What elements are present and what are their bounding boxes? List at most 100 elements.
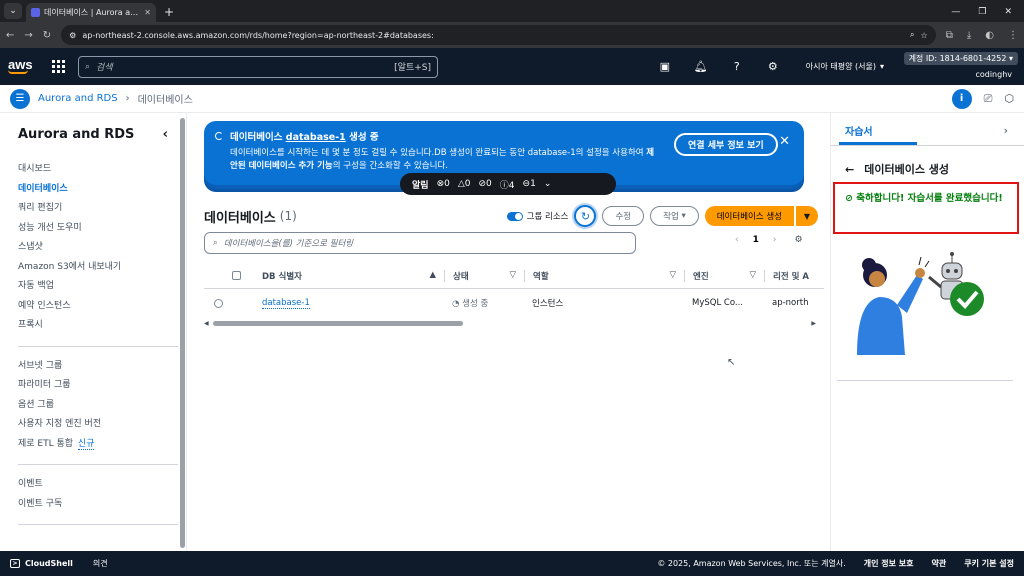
- aws-logo[interactable]: aws: [8, 58, 38, 74]
- sidebar-scrollbar[interactable]: [180, 118, 186, 548]
- feedback-link[interactable]: 의견: [93, 558, 108, 569]
- column-header-id[interactable]: DB 식별자 ▲: [254, 270, 444, 282]
- privacy-link[interactable]: 개인 정보 보호: [864, 558, 914, 569]
- sidebar-item[interactable]: 이벤트: [18, 475, 168, 495]
- bookmark-star-icon[interactable]: ☆: [921, 31, 928, 40]
- create-database-button[interactable]: 데이터베이스 생성: [704, 206, 794, 226]
- toggle-switch[interactable]: [506, 211, 523, 221]
- settings-gear-icon[interactable]: ⚙: [766, 60, 780, 74]
- column-label: 리전 및 A: [773, 271, 809, 282]
- minimize-icon[interactable]: —: [951, 7, 960, 17]
- column-header-engine[interactable]: 엔진 ▽: [684, 269, 764, 282]
- site-info-icon[interactable]: ⚙: [69, 31, 76, 40]
- sidebar-item[interactable]: 예약 인스턴스: [18, 297, 168, 317]
- extensions-icon[interactable]: ⧉: [946, 30, 953, 41]
- filter-databases-input[interactable]: ⌕ 데이터베이스을(를) 기준으로 필터링: [204, 232, 636, 254]
- expand-all-checkbox[interactable]: [232, 271, 241, 280]
- notification-summary-bar[interactable]: 알림 ⊗0 △0 ⊘0 ⓘ4 ⊖1 ⌄: [400, 173, 616, 195]
- close-window-icon[interactable]: ✕: [1004, 7, 1012, 17]
- table-horizontal-scrollbar[interactable]: ◀ ▶: [204, 319, 816, 327]
- sidebar-item[interactable]: 사용자 지정 엔진 버전: [18, 415, 168, 435]
- prev-page-icon[interactable]: ‹: [735, 235, 739, 245]
- services-grid-icon[interactable]: [52, 59, 66, 74]
- tutorial-panel-icon[interactable]: ⬡: [1004, 92, 1014, 105]
- scroll-right-icon[interactable]: ▶: [811, 320, 816, 327]
- sort-icon[interactable]: ▽: [509, 270, 516, 282]
- forward-icon[interactable]: →: [24, 30, 32, 41]
- column-header-status[interactable]: 상태 ▽: [444, 269, 524, 282]
- flash-db-link[interactable]: database-1: [286, 132, 346, 143]
- sidebar-item[interactable]: 파라미터 그룹: [18, 376, 168, 396]
- new-tab-button[interactable]: +: [164, 5, 174, 19]
- terms-link[interactable]: 약관: [932, 558, 947, 569]
- databases-title: 데이터베이스: [204, 210, 276, 226]
- refresh-button[interactable]: ↻: [574, 205, 597, 227]
- breadcrumb-service[interactable]: Aurora and RDS: [38, 93, 118, 104]
- cookie-preferences-link[interactable]: 쿠키 기본 설정: [964, 558, 1014, 569]
- sidebar-item[interactable]: 쿼리 편집기: [18, 199, 168, 219]
- console-search-input[interactable]: ⌕ 검색 [알트+S]: [78, 55, 438, 78]
- sidebar-item[interactable]: 프록시: [18, 316, 168, 336]
- region-selector[interactable]: 아시아 태평양 (서울) ▾: [806, 61, 884, 72]
- column-header-region[interactable]: 리전 및 A: [764, 269, 824, 282]
- close-icon[interactable]: ✕: [779, 134, 790, 149]
- restore-icon[interactable]: ❐: [978, 7, 986, 17]
- tab-tutorial[interactable]: 자습서: [845, 123, 873, 138]
- db-identifier-link[interactable]: database-1: [262, 298, 310, 309]
- sidebar-item[interactable]: 옵션 그룹: [18, 396, 168, 416]
- sort-icon[interactable]: ▽: [669, 270, 676, 282]
- address-bar[interactable]: ⚙ ap-northeast-2.console.aws.amazon.com/…: [61, 25, 936, 45]
- row-radio[interactable]: [213, 298, 223, 308]
- sidebar-item-zero-etl[interactable]: 제로 ETL 통합 신규: [18, 435, 168, 455]
- collapse-chevron-icon[interactable]: ‹: [163, 127, 168, 142]
- profile-icon[interactable]: ◐: [985, 30, 994, 41]
- cloudshell-icon[interactable]: ▣: [658, 60, 672, 74]
- sidebar-item[interactable]: 스냅샷: [18, 238, 168, 258]
- browser-menu-icon[interactable]: ⋮: [1008, 30, 1018, 41]
- next-page-icon[interactable]: ›: [773, 235, 777, 245]
- group-resources-toggle[interactable]: 그룹 리소스: [506, 210, 568, 222]
- username[interactable]: codinghv: [975, 70, 1012, 79]
- info-count: ⓘ4: [499, 180, 515, 191]
- feedback-icon[interactable]: ⎚: [984, 92, 993, 106]
- back-icon[interactable]: ←: [6, 30, 14, 41]
- sidebar-item[interactable]: 데이터베이스: [18, 180, 168, 200]
- scroll-thumb[interactable]: [212, 320, 463, 326]
- cloudshell-button[interactable]: > CloudShell: [10, 559, 73, 568]
- download-icon[interactable]: ⤓: [967, 30, 971, 41]
- back-arrow-icon[interactable]: ←: [845, 163, 854, 176]
- help-icon[interactable]: ?: [730, 60, 744, 74]
- sidebar-item[interactable]: 서브넷 그룹: [18, 357, 168, 377]
- actions-dropdown[interactable]: 작업 ▾: [650, 206, 699, 226]
- sidebar-item[interactable]: 이벤트 구독: [18, 495, 168, 515]
- sort-icon[interactable]: ▽: [749, 270, 756, 282]
- tab-search-button[interactable]: ⌄: [4, 3, 22, 19]
- sidebar-item[interactable]: 대시보드: [18, 160, 168, 180]
- create-database-dropdown[interactable]: ▼: [796, 206, 818, 226]
- cell-db-id: database-1: [254, 298, 444, 309]
- table-row[interactable]: database-1 ◔ 생성 중 인스턴스 MySQL Co... ap-north: [204, 289, 824, 317]
- menu-toggle-icon[interactable]: ☰: [10, 88, 30, 109]
- modify-button[interactable]: 수정: [602, 206, 645, 226]
- current-page[interactable]: 1: [753, 235, 759, 245]
- close-tab-icon[interactable]: ✕: [144, 8, 151, 17]
- sidebar-item[interactable]: Amazon S3에서 내보내기: [18, 258, 168, 278]
- reload-icon[interactable]: ↻: [43, 30, 51, 41]
- sort-ascending-icon[interactable]: ▲: [429, 270, 436, 282]
- view-connection-details-button[interactable]: 연결 세부 정보 보기: [674, 133, 778, 156]
- expand-chevron-icon[interactable]: ⌄: [544, 179, 552, 189]
- info-icon[interactable]: i: [951, 88, 972, 109]
- sidebar-item[interactable]: 성능 개선 도우미: [18, 219, 168, 239]
- sidebar-item[interactable]: 자동 백업: [18, 277, 168, 297]
- table-preferences-gear-icon[interactable]: ⚙: [794, 235, 802, 245]
- panel-chevron-right-icon[interactable]: ›: [1004, 124, 1008, 137]
- zoom-icon[interactable]: ⌕: [910, 30, 914, 40]
- column-header-role[interactable]: 역할 ▽: [524, 269, 684, 282]
- account-id-menu[interactable]: 계정 ID: 1814-6801-4252 ▾: [903, 52, 1018, 65]
- sidebar-scroll-thumb[interactable]: [180, 118, 185, 548]
- notifications-bell-icon[interactable]: 🔔︎: [694, 60, 708, 74]
- scroll-left-icon[interactable]: ◀: [204, 320, 209, 327]
- sidebar-divider: [18, 345, 178, 347]
- copyright-text: © 2025, Amazon Web Services, Inc. 또는 계열사…: [657, 559, 846, 568]
- browser-tab[interactable]: 데이터베이스 | Aurora and RDS ✕: [26, 3, 156, 22]
